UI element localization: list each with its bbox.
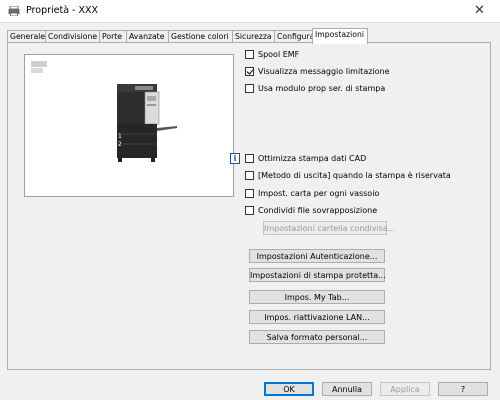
preview-model-label <box>31 61 47 67</box>
cancel-button[interactable]: Annulla <box>322 382 372 396</box>
lan-wake-settings-button[interactable]: Impos. riattivazione LAN... <box>249 310 385 324</box>
spool-emf-label: Spool EMF <box>258 50 300 59</box>
share-folder-settings-button[interactable]: Impostazioni cartella condivisa... <box>263 221 395 235</box>
my-tab-settings-button[interactable]: Impos. My Tab... <box>249 290 385 304</box>
paper-per-tray-label: Impost. carta per ogni vassoio <box>258 189 380 198</box>
window-title: Proprietà - XXX <box>26 5 99 16</box>
tab-impostazioni[interactable]: Impostazioni <box>312 28 368 44</box>
paper-per-tray-checkbox[interactable] <box>245 189 254 198</box>
secure-print-settings-button[interactable]: Impostazioni di stampa protetta... <box>249 268 386 282</box>
tray-label-2: 2 <box>118 141 122 148</box>
close-icon[interactable]: ✕ <box>474 3 485 18</box>
title-bar: Proprietà - XXX ✕ <box>0 0 500 23</box>
help-button[interactable]: ? <box>438 382 488 396</box>
auth-settings-button[interactable]: Impostazioni Autenticazione... <box>249 249 385 263</box>
printer-icon <box>8 6 20 16</box>
info-icon[interactable]: i <box>230 153 240 164</box>
save-custom-format-button[interactable]: Salva formato personal... <box>249 330 385 344</box>
output-method-secure-label: [Metodo di uscita] quando la stampa è ri… <box>258 171 451 180</box>
ok-button[interactable]: OK <box>264 382 314 396</box>
optimize-cad-label: Ottimizza stampa dati CAD <box>258 154 367 163</box>
spool-emf-checkbox[interactable] <box>245 50 254 59</box>
printer-image: 1 2 <box>117 84 177 162</box>
use-server-props-checkbox[interactable] <box>245 84 254 93</box>
preview-model-sublabel <box>31 68 43 73</box>
output-method-secure-checkbox[interactable] <box>245 171 254 180</box>
optimize-cad-checkbox[interactable] <box>245 154 254 163</box>
share-overlay-label: Condividi file sovrapposizione <box>258 206 378 215</box>
share-overlay-checkbox[interactable] <box>245 206 254 215</box>
show-limit-message-checkbox[interactable] <box>245 67 254 76</box>
tray-label-1: 1 <box>118 133 122 140</box>
apply-button[interactable]: Applica <box>380 382 430 396</box>
use-server-props-label: Usa modulo prop ser. di stampa <box>258 84 386 93</box>
show-limit-message-label: Visualizza messaggio limitazione <box>258 67 390 76</box>
